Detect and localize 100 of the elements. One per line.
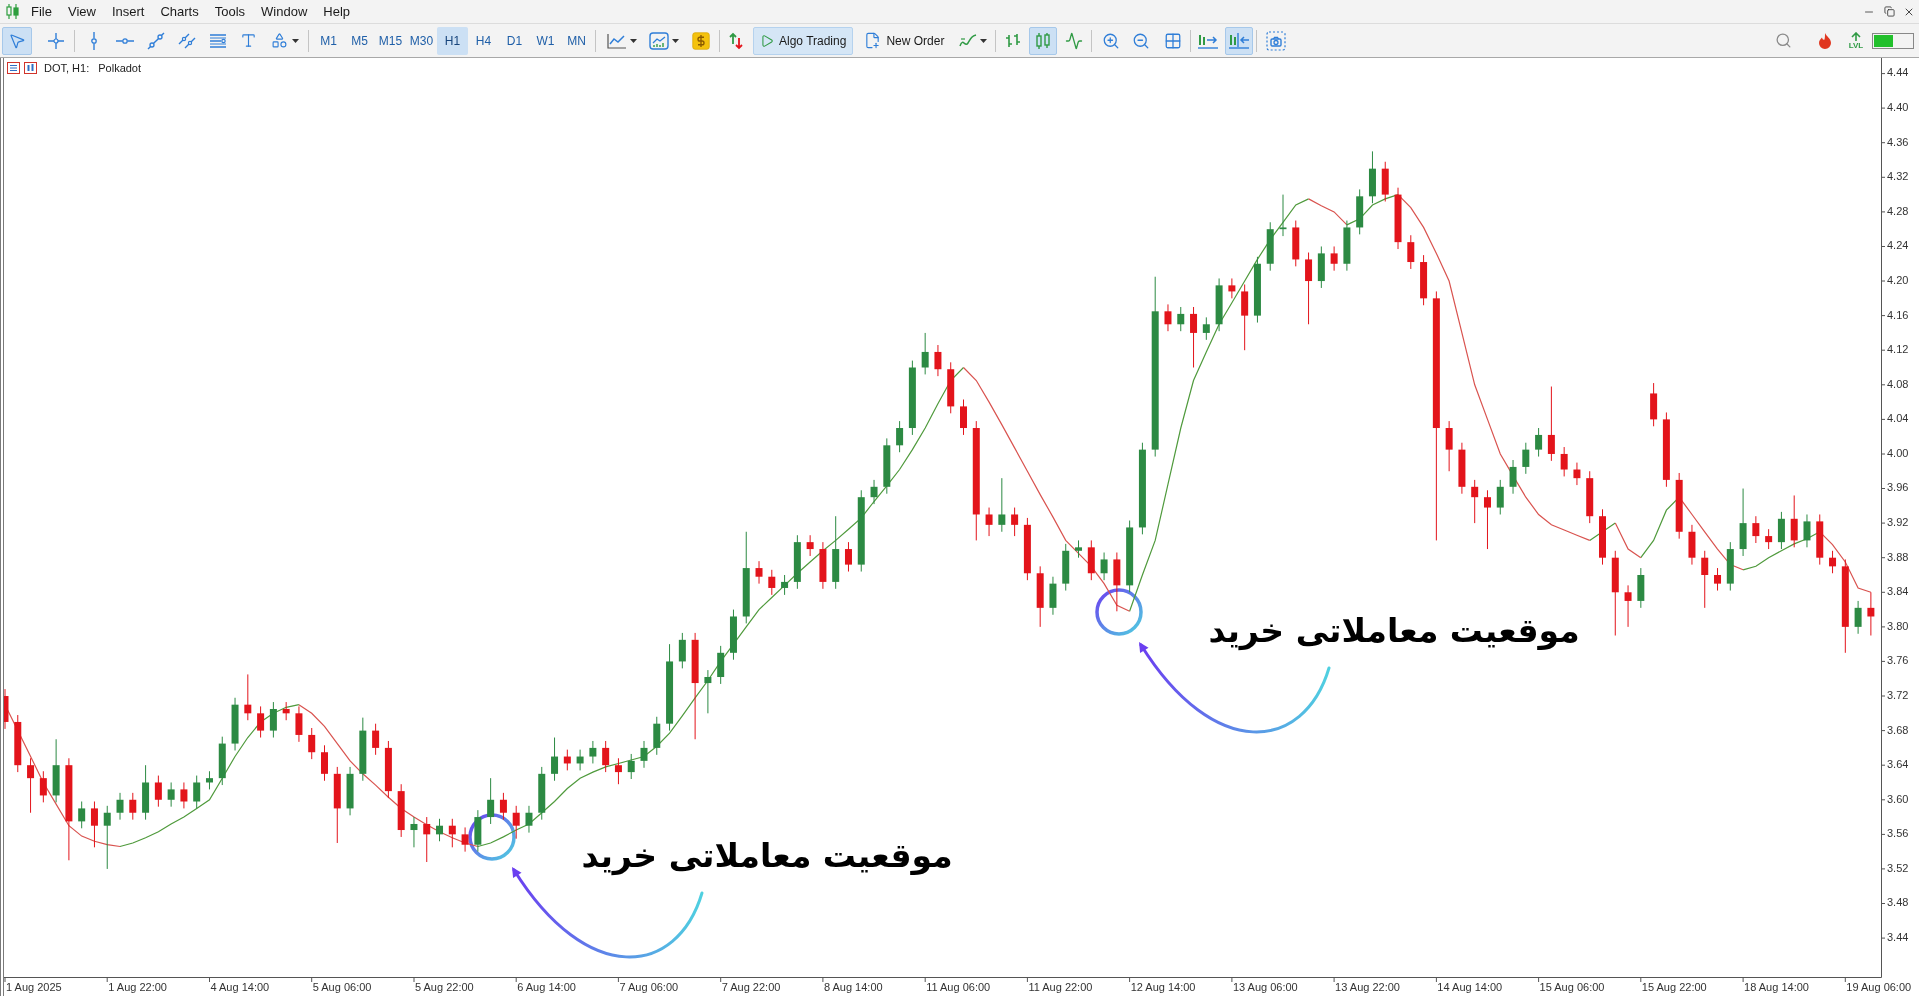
line-chart-icon	[607, 32, 627, 49]
time-axis-label: 11 Aug 06:00	[926, 980, 991, 993]
bearish-candle	[448, 818, 456, 848]
timeframe-button[interactable]: M5	[344, 26, 375, 55]
bullish-candle	[346, 766, 354, 816]
bullish-candle	[781, 574, 789, 596]
bullish-candle	[193, 775, 201, 809]
bullish-candle	[793, 534, 801, 590]
timeframe-button[interactable]: D1	[499, 26, 530, 55]
up-arrow-icon	[1851, 31, 1861, 41]
bearish-candle	[1484, 489, 1491, 550]
bearish-candle	[1036, 565, 1044, 628]
bullish-candle	[167, 782, 175, 808]
price-axis-label: 4.04	[1887, 412, 1909, 425]
price-axis-label: 4.40	[1887, 101, 1909, 114]
timeframe-button[interactable]: M30	[406, 26, 437, 55]
cursor-tool-button[interactable]	[2, 26, 32, 55]
bearish-candle	[1394, 187, 1402, 250]
bullish-candle	[1075, 539, 1082, 559]
caret-icon	[672, 38, 679, 43]
menu-item[interactable]: Tools	[206, 0, 254, 23]
bullish-candle	[1522, 442, 1530, 475]
price-axis-label: 3.72	[1887, 688, 1909, 701]
algo-trading-button[interactable]: Algo Trading	[753, 26, 854, 55]
timeframe-button[interactable]: W1	[530, 26, 561, 55]
bullish-candle	[551, 737, 559, 782]
bearish-candle	[1113, 552, 1121, 612]
timeframe-button[interactable]: MN	[561, 26, 592, 55]
caret-icon	[291, 38, 299, 43]
bearish-candle	[1164, 303, 1172, 332]
bullish-candle	[231, 697, 239, 751]
text-tool-icon	[240, 32, 257, 49]
horizontal-levels-icon	[208, 33, 227, 48]
restore-icon	[1883, 6, 1895, 17]
bullish-candle	[896, 420, 904, 453]
bullish-candle	[653, 716, 661, 756]
bearish-candle	[282, 701, 290, 721]
chart-description: Polkadot	[98, 62, 142, 74]
bearish-candle	[1701, 550, 1709, 609]
bullish-candle	[998, 477, 1006, 533]
up-down-arrows-icon	[727, 31, 745, 50]
timeframe-button[interactable]: M15	[375, 26, 406, 55]
menu-item[interactable]: Window	[253, 0, 316, 23]
bearish-candle	[1624, 584, 1632, 628]
price-axis-label: 4.20	[1887, 273, 1909, 286]
bearish-candle	[1714, 567, 1721, 592]
bar-chart-icon	[1004, 31, 1023, 50]
price-axis-label: 4.12	[1887, 343, 1909, 356]
bullish-candle	[78, 801, 86, 829]
bearish-candle	[1560, 446, 1568, 477]
time-axis-label: 12 Aug 14:00	[1130, 980, 1196, 993]
bearish-candle	[384, 740, 392, 799]
annotation-label: موقعیت معاملاتی خرید	[1208, 610, 1580, 650]
timeframe-button[interactable]: H1	[437, 26, 468, 55]
bearish-candle	[295, 705, 303, 743]
bullish-candle	[1343, 220, 1351, 272]
bearish-candle	[1650, 382, 1658, 427]
new-order-button[interactable]: New Order	[859, 26, 950, 55]
timeframe-button[interactable]: H4	[468, 26, 499, 55]
bullish-candle	[717, 645, 725, 685]
bearish-candle	[1599, 508, 1606, 566]
bullish-candle	[1177, 306, 1185, 332]
menu-item[interactable]: View	[59, 0, 104, 23]
price-axis-label: 3.84	[1887, 585, 1909, 598]
price-axis-label: 3.76	[1887, 654, 1909, 667]
time-axis-label: 15 Aug 22:00	[1641, 980, 1707, 993]
bullish-candle	[103, 805, 111, 870]
bullish-candle	[1777, 511, 1785, 550]
cursor-icon	[8, 31, 26, 50]
candles-chart-button[interactable]	[1029, 26, 1058, 55]
table-icon	[7, 62, 20, 74]
bullish-candle	[359, 717, 367, 782]
price-axis-label: 3.56	[1887, 827, 1909, 840]
vertical-line-icon	[90, 31, 97, 50]
menu-item[interactable]: Charts	[152, 0, 207, 23]
menu-item[interactable]: Help	[315, 0, 359, 23]
bullish-candle	[576, 749, 584, 771]
bullish-candle	[410, 816, 418, 848]
time-axis-label: 13 Aug 06:00	[1232, 980, 1298, 993]
zoom-out-icon	[1132, 31, 1151, 50]
price-axis-label: 4.00	[1887, 446, 1909, 459]
bullish-candle	[1509, 459, 1517, 495]
candlestick-icon	[1034, 31, 1053, 50]
auto-scroll-button[interactable]	[1225, 26, 1254, 55]
bearish-candle	[154, 775, 162, 808]
bullish-candle	[589, 740, 597, 764]
bearish-candle	[1381, 161, 1389, 202]
menu-item[interactable]: File	[23, 0, 60, 23]
line-chart-icon	[1065, 31, 1084, 50]
timeframe-button[interactable]: M1	[313, 26, 344, 55]
bullish-candle	[1803, 513, 1811, 548]
time-axis-label: 1 Aug 22:00	[108, 980, 167, 993]
bearish-candle	[1190, 306, 1198, 368]
bullish-candle	[1356, 188, 1364, 235]
bearish-candle	[397, 783, 405, 838]
time-axis-label: 11 Aug 22:00	[1028, 980, 1093, 993]
menu-item[interactable]: Insert	[103, 0, 153, 23]
bearish-candle	[39, 770, 47, 803]
bearish-candle	[1790, 494, 1798, 548]
bullish-candle	[704, 669, 712, 714]
